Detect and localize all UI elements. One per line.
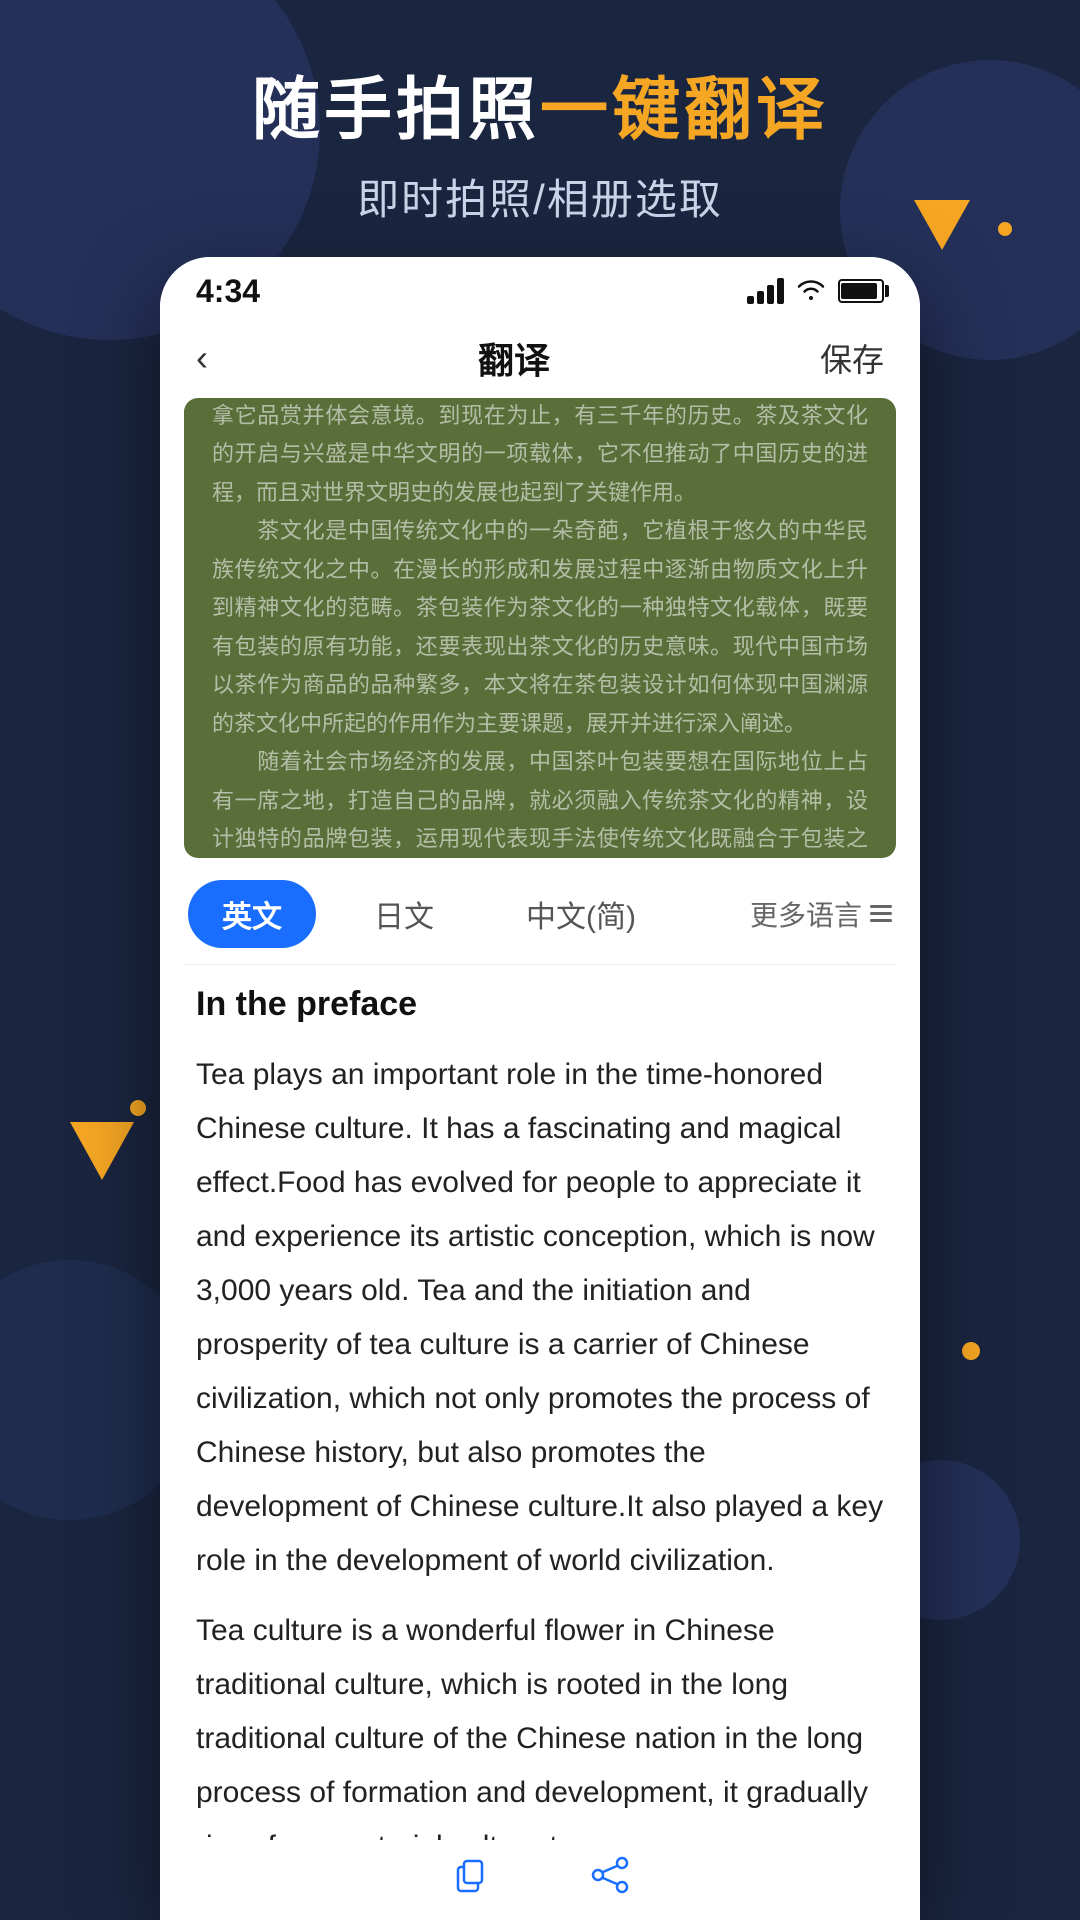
bottom-icon-share[interactable] — [590, 1855, 630, 1905]
tab-english[interactable]: 英文 — [188, 880, 316, 948]
wifi-icon — [796, 276, 826, 307]
bottom-bar — [160, 1840, 920, 1920]
more-languages-button[interactable]: 更多语言 — [750, 894, 892, 934]
triangle-decoration-left — [70, 1122, 134, 1180]
save-button[interactable]: 保存 — [820, 335, 884, 381]
dot-decoration-left — [130, 1100, 146, 1116]
status-icons — [747, 276, 884, 307]
back-button[interactable]: ‹ — [196, 337, 208, 379]
source-image-inner: 茶，在源远流长的华夏文化中起着重要作用，它有着颇具魅力的神奇功效，为世人所喜爱；… — [184, 398, 896, 858]
title-part2: 一键翻译 — [540, 72, 828, 148]
dot-decoration-main — [962, 1342, 980, 1360]
phone-mockup-container: 4:34 ‹ 翻译 保存 — [160, 257, 920, 1920]
signal-bars-icon — [747, 278, 784, 304]
translation-heading: In the preface — [196, 985, 884, 1024]
translation-paragraph-1: Tea plays an important role in the time-… — [196, 1048, 884, 1588]
source-chinese-text: 茶，在源远流长的华夏文化中起着重要作用，它有着颇具魅力的神奇功效，为世人所喜爱；… — [212, 398, 868, 858]
translation-paragraph-2: Tea culture is a wonderful flower in Chi… — [196, 1604, 884, 1874]
nav-bar: ‹ 翻译 保存 — [160, 318, 920, 398]
bottom-icon-copy[interactable] — [450, 1855, 490, 1905]
translation-result: In the preface Tea plays an important ro… — [160, 965, 920, 1920]
title-part1: 随手拍照 — [252, 72, 540, 148]
app-title: 随手拍照一键翻译 — [0, 70, 1080, 152]
menu-lines-icon — [870, 905, 892, 922]
phone-mockup: 4:34 ‹ 翻译 保存 — [160, 257, 920, 1920]
battery-icon — [838, 279, 884, 303]
battery-fill — [841, 283, 877, 299]
nav-title: 翻译 — [478, 332, 550, 384]
tab-chinese-simplified[interactable]: 中文(简) — [492, 880, 670, 948]
tab-japanese[interactable]: 日文 — [340, 880, 468, 948]
header-section: 随手拍照一键翻译 即时拍照/相册选取 — [0, 0, 1080, 257]
language-tabs: 英文 日文 中文(简) 更多语言 — [160, 858, 920, 964]
app-subtitle: 即时拍照/相册选取 — [0, 166, 1080, 227]
status-bar: 4:34 — [160, 257, 920, 318]
more-lang-label: 更多语言 — [750, 894, 862, 934]
status-time: 4:34 — [196, 273, 260, 310]
source-image-area: 茶，在源远流长的华夏文化中起着重要作用，它有着颇具魅力的神奇功效，为世人所喜爱；… — [184, 398, 896, 858]
translation-body: Tea plays an important role in the time-… — [196, 1048, 884, 1874]
